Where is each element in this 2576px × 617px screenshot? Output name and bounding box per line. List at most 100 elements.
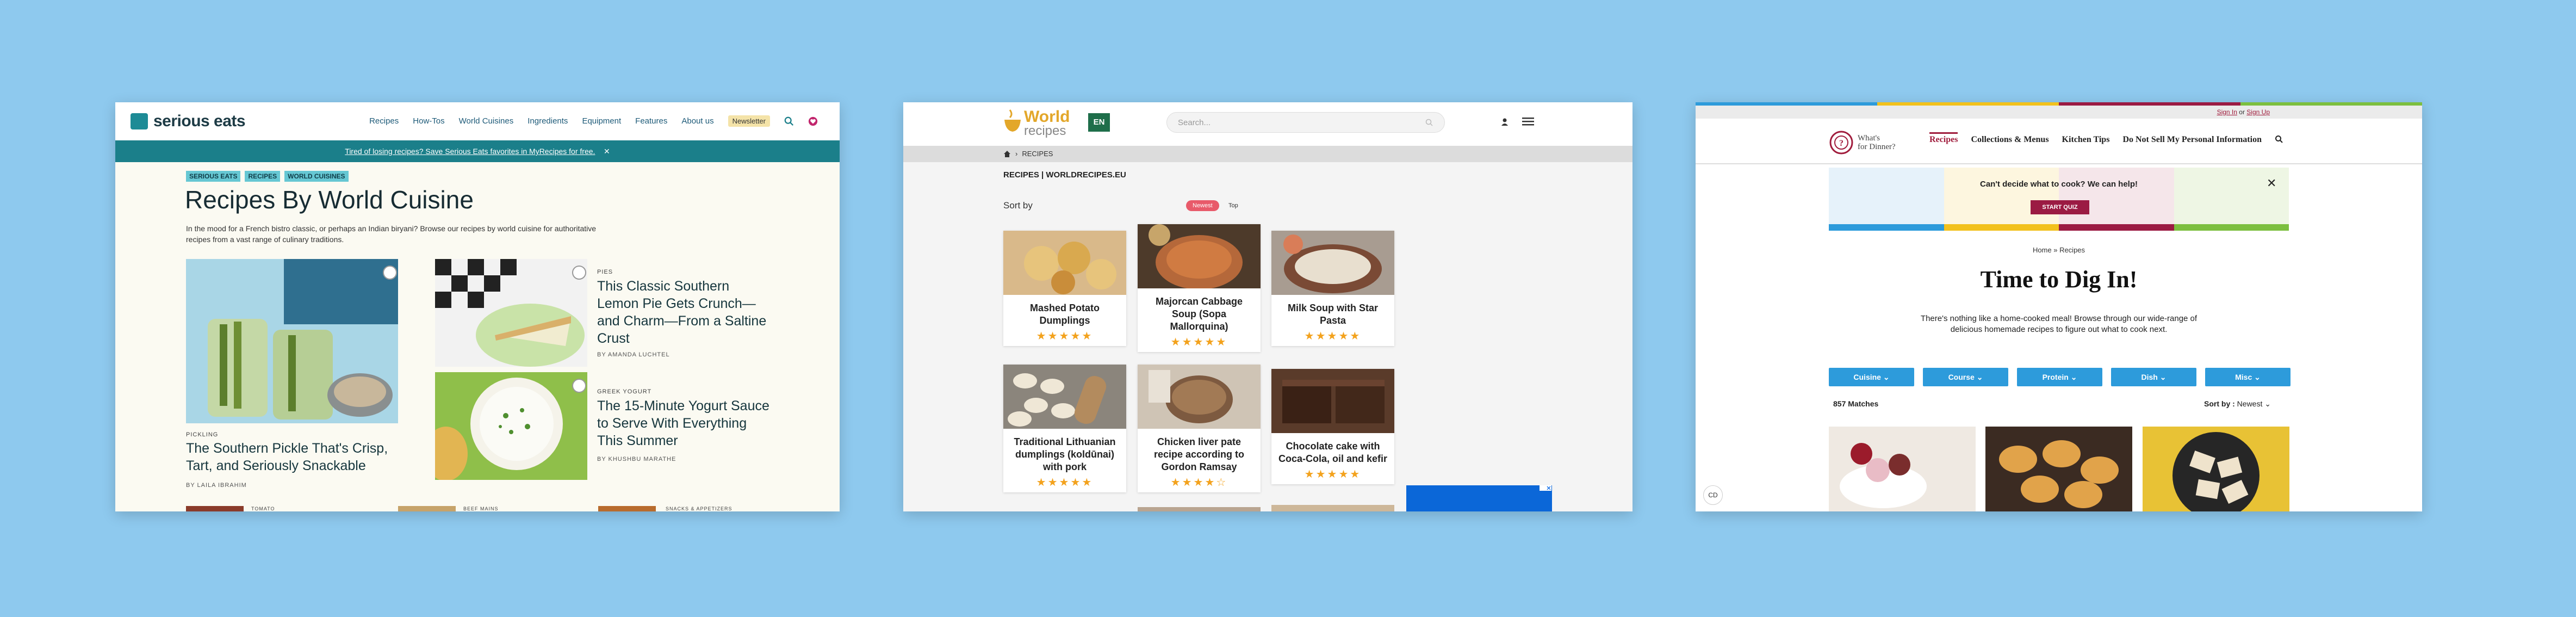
- article-kicker[interactable]: TOMATO: [251, 506, 275, 511]
- search-icon[interactable]: [2275, 135, 2283, 144]
- search-input[interactable]: Search...: [1166, 112, 1445, 133]
- article-kicker[interactable]: BEEF MAINS: [463, 506, 499, 511]
- article-kicker[interactable]: SNACKS & APPETIZERS: [666, 506, 733, 511]
- yogurt-sauce-image[interactable]: [435, 372, 587, 480]
- promo-banner: Tired of losing recipes? Save Serious Ea…: [115, 140, 840, 162]
- recipe-card[interactable]: Mashed Potato Dumplings ★★★★★: [1003, 231, 1126, 346]
- filter-misc-button[interactable]: Misc ⌄: [2205, 368, 2291, 386]
- site-logo[interactable]: World recipes: [1024, 109, 1070, 138]
- breadcrumb-bar: › RECIPES: [903, 146, 1632, 162]
- advertisement[interactable]: [1406, 485, 1552, 511]
- sort-control[interactable]: Sort by : Newest ⌄: [2204, 399, 2271, 409]
- nav-kitchen-tips[interactable]: Kitchen Tips: [2062, 135, 2110, 145]
- recipe-image[interactable]: [2143, 427, 2289, 511]
- recipe-title: Milk Soup with Star Pasta: [1287, 303, 1378, 326]
- search-icon[interactable]: [1425, 119, 1433, 126]
- site-logo[interactable]: ? What's for Dinner?: [1829, 131, 1896, 155]
- tag-world-cuisines[interactable]: WORLD CUISINES: [284, 171, 349, 182]
- article-kicker[interactable]: PICKLING: [186, 431, 218, 438]
- tag-recipes[interactable]: RECIPES: [245, 171, 281, 182]
- recipe-card[interactable]: Chocolate cake with Coca-Cola, oil and k…: [1271, 369, 1394, 484]
- start-quiz-button[interactable]: START QUIZ: [2031, 200, 2089, 214]
- breadcrumb-separator-icon: ›: [1015, 150, 1018, 158]
- hamburger-menu-icon[interactable]: [1522, 116, 1534, 126]
- nav-world-cuisines[interactable]: World Cuisines: [459, 116, 514, 126]
- recipe-title: Mashed Potato Dumplings: [1029, 303, 1100, 326]
- filter-label: Course: [1948, 373, 1975, 381]
- filter-cuisine-button[interactable]: Cuisine ⌄: [1829, 368, 1914, 386]
- article-thumb[interactable]: [598, 506, 656, 511]
- lemon-pie-image[interactable]: [435, 259, 587, 367]
- recipe-card[interactable]: Majorcan Cabbage Soup (Sopa Mallorquina)…: [1138, 224, 1261, 352]
- article-thumb[interactable]: [398, 506, 456, 511]
- user-icon[interactable]: [1500, 118, 1509, 126]
- language-button[interactable]: EN: [1088, 113, 1110, 132]
- nav-ingredients[interactable]: Ingredients: [527, 116, 568, 126]
- site-logo[interactable]: serious eats: [131, 112, 246, 131]
- save-heart-icon[interactable]: [572, 266, 586, 280]
- recipe-image[interactable]: [1985, 427, 2132, 511]
- promo-link[interactable]: Tired of losing recipes? Save Serious Ea…: [345, 147, 595, 156]
- site-header: ? What's for Dinner? Recipes Collections…: [1696, 119, 2422, 164]
- recipe-card[interactable]: [1271, 505, 1394, 511]
- site-header: serious eats Recipes How-Tos World Cuisi…: [115, 102, 840, 141]
- article-byline: BY KHUSHBU MARATHE: [597, 456, 676, 462]
- sign-in-link[interactable]: Sign In: [2217, 108, 2237, 116]
- tag-serious-eats[interactable]: SERIOUS EATS: [186, 171, 241, 182]
- heart-icon[interactable]: [808, 116, 818, 126]
- recipe-image[interactable]: [1829, 427, 1976, 511]
- main-nav: Recipes How-Tos World Cuisines Ingredien…: [369, 115, 818, 127]
- recipe-card[interactable]: [1138, 507, 1261, 511]
- sort-select[interactable]: Newest: [2237, 399, 2263, 408]
- nav-equipment[interactable]: Equipment: [582, 116, 621, 126]
- article-title[interactable]: The 15-Minute Yogurt Sauce to Serve With…: [597, 397, 771, 449]
- search-icon[interactable]: [784, 116, 794, 126]
- filter-dish-button[interactable]: Dish ⌄: [2111, 368, 2196, 386]
- recipe-card[interactable]: Milk Soup with Star Pasta ★★★★★: [1271, 231, 1394, 346]
- bowl-logo-icon[interactable]: [1003, 108, 1022, 135]
- accessibility-button[interactable]: CD: [1703, 485, 1723, 505]
- pickle-jars-image[interactable]: [186, 259, 398, 423]
- recipe-card[interactable]: Chicken liver pate recipe according to G…: [1138, 365, 1261, 492]
- rating-stars: ★★★★★: [1304, 330, 1362, 342]
- nav-about-us[interactable]: About us: [681, 116, 713, 126]
- sort-newest-button[interactable]: Newest: [1186, 200, 1219, 211]
- save-heart-icon[interactable]: [572, 379, 586, 393]
- article-title[interactable]: This Classic Southern Lemon Pie Gets Cru…: [597, 277, 771, 347]
- nav-features[interactable]: Features: [635, 116, 667, 126]
- breadcrumb-recipes[interactable]: RECIPES: [1022, 150, 1053, 158]
- close-icon[interactable]: ✕: [604, 147, 610, 156]
- nav-how-tos[interactable]: How-Tos: [413, 116, 444, 126]
- filter-label: Cuisine: [1853, 373, 1881, 381]
- breadcrumb-tags: SERIOUS EATS RECIPES WORLD CUISINES: [186, 171, 349, 182]
- rating-stars: ★★★★★: [1036, 330, 1094, 342]
- sort-top-button[interactable]: Top: [1224, 200, 1243, 211]
- article-thumb[interactable]: [186, 506, 244, 511]
- quiz-banner: [1829, 168, 2289, 224]
- nav-collections-menus[interactable]: Collections & Menus: [1971, 135, 2049, 145]
- nav-do-not-sell[interactable]: Do Not Sell My Personal Information: [2122, 135, 2262, 145]
- page-intro: There's nothing like a home-cooked meal!…: [1920, 314, 2198, 334]
- breadcrumb[interactable]: Home » Recipes: [1696, 246, 2422, 254]
- article-kicker[interactable]: GREEK YOGURT: [597, 388, 651, 395]
- nav-recipes[interactable]: Recipes: [1929, 132, 1958, 145]
- section-heading: RECIPES | WORLDRECIPES.EU: [1003, 170, 1126, 180]
- article-kicker[interactable]: PIES: [597, 269, 613, 275]
- newsletter-button[interactable]: Newsletter: [728, 115, 770, 127]
- article-title[interactable]: The Southern Pickle That's Crisp, Tart, …: [186, 440, 414, 474]
- filter-label: Protein: [2042, 373, 2069, 381]
- rating-stars: ★★★★★: [1036, 477, 1094, 489]
- recipe-card[interactable]: Traditional Lithuanian dumplings (koldūn…: [1003, 365, 1126, 492]
- filter-protein-button[interactable]: Protein ⌄: [2017, 368, 2102, 386]
- shopping-bag-icon: [131, 113, 148, 129]
- recipe-image: [1003, 365, 1126, 429]
- save-heart-icon[interactable]: [383, 266, 397, 280]
- whats-for-dinner-screenshot: Sign In or Sign Up ? What's for Dinner? …: [1696, 102, 2422, 511]
- sign-up-link[interactable]: Sign Up: [2246, 108, 2270, 116]
- ad-close-icon[interactable]: [1540, 485, 1551, 491]
- close-icon[interactable]: ✕: [2267, 176, 2276, 190]
- home-icon[interactable]: [1003, 150, 1011, 158]
- auth-links: Sign In or Sign Up: [2217, 108, 2270, 116]
- filter-course-button[interactable]: Course ⌄: [1923, 368, 2008, 386]
- nav-recipes[interactable]: Recipes: [369, 116, 399, 126]
